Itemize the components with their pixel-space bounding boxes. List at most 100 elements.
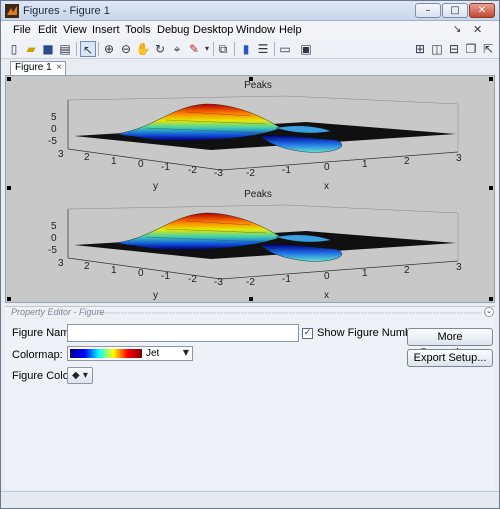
selection-handle[interactable] xyxy=(249,297,253,301)
plot-2-xlabel: x xyxy=(324,290,329,301)
menu-view[interactable]: View xyxy=(63,24,87,36)
collapse-icon[interactable]: ⌄ xyxy=(484,307,494,317)
figure-window: Figures - Figure 1 – □ ✕ File Edit View … xyxy=(0,0,500,509)
selection-handle[interactable] xyxy=(7,186,11,190)
print-icon[interactable]: ▤ xyxy=(57,41,73,57)
export-setup-button[interactable]: Export Setup... xyxy=(407,349,493,367)
status-bar xyxy=(1,491,499,508)
menu-edit[interactable]: Edit xyxy=(38,24,57,36)
colormap-select[interactable]: Jet ▼ xyxy=(67,346,193,361)
top-bottom-icon[interactable]: ⊟ xyxy=(446,41,462,57)
dock-icon[interactable]: ↘ xyxy=(453,24,461,35)
figure-name-input[interactable] xyxy=(67,324,299,342)
menu-tools[interactable]: Tools xyxy=(125,24,151,36)
plot-1-title: Peaks xyxy=(244,80,272,91)
x-tick: 0 xyxy=(324,271,330,282)
y-tick: 3 xyxy=(58,258,64,269)
colormap-swatch xyxy=(70,349,142,358)
tile-icon[interactable]: ⊞ xyxy=(412,41,428,57)
plot-tools-icon[interactable]: ▭ xyxy=(277,41,293,57)
plot-2-title: Peaks xyxy=(244,189,272,200)
toolbar-separator xyxy=(234,42,235,56)
property-editor-title: Property Editor - Figure xyxy=(11,307,105,317)
x-tick: 2 xyxy=(404,156,410,167)
menu-file[interactable]: File xyxy=(13,24,31,36)
save-icon[interactable]: ■ xyxy=(40,41,56,57)
maximize-button[interactable]: □ xyxy=(442,3,468,18)
window-title: Figures - Figure 1 xyxy=(23,5,110,17)
legend-icon[interactable]: ☰ xyxy=(255,41,271,57)
document-tab-bar: Figure 1 × xyxy=(1,59,499,75)
y-tick: 1 xyxy=(111,265,117,276)
selection-handle[interactable] xyxy=(7,77,11,81)
toolbar-separator xyxy=(76,42,77,56)
link-icon[interactable]: ⧉ xyxy=(215,41,231,57)
y-tick: -3 xyxy=(214,277,223,288)
menu-insert[interactable]: Insert xyxy=(92,24,120,36)
rotate-3d-icon[interactable]: ↻ xyxy=(152,41,168,57)
y-tick: -1 xyxy=(161,271,170,282)
toolbar-separator xyxy=(274,42,275,56)
x-tick: 1 xyxy=(362,268,368,279)
y-tick: 3 xyxy=(58,149,64,160)
selection-handle[interactable] xyxy=(489,77,493,81)
y-tick: 1 xyxy=(111,156,117,167)
plot-tools-show-icon[interactable]: ▣ xyxy=(298,41,314,57)
colorbar-icon[interactable]: ▮ xyxy=(238,41,254,57)
figure-canvas[interactable]: Peaks 5 0 -5 3 2 1 0 -1 -2 -3 -2 -1 0 1 … xyxy=(5,75,495,303)
y-tick: -1 xyxy=(161,162,170,173)
title-bar[interactable]: Figures - Figure 1 – □ ✕ xyxy=(1,1,499,21)
y-tick: -2 xyxy=(188,274,197,285)
y-tick: -3 xyxy=(214,168,223,179)
paint-bucket-icon[interactable]: ◆ ▾ xyxy=(67,367,93,384)
x-tick: 2 xyxy=(404,265,410,276)
selection-handle[interactable] xyxy=(489,297,493,301)
open-icon[interactable]: ▰ xyxy=(23,41,39,57)
pan-icon[interactable]: ✋ xyxy=(135,41,151,57)
menu-help[interactable]: Help xyxy=(279,24,302,36)
new-figure-icon[interactable]: ▯ xyxy=(6,41,22,57)
z-tick: 0 xyxy=(51,124,57,135)
x-tick: -1 xyxy=(282,165,291,176)
colormap-label: Colormap: xyxy=(12,349,63,361)
selection-handle[interactable] xyxy=(7,297,11,301)
zoom-in-icon[interactable]: ⊕ xyxy=(101,41,117,57)
show-figure-number-checkbox[interactable]: ✓ xyxy=(302,328,313,339)
x-tick: 0 xyxy=(324,162,330,173)
menu-close-icon[interactable]: ✕ xyxy=(473,23,482,36)
x-tick: -1 xyxy=(282,274,291,285)
tab-close-icon[interactable]: × xyxy=(56,62,62,74)
close-button[interactable]: ✕ xyxy=(469,3,495,18)
selection-handle[interactable] xyxy=(249,77,253,81)
tab-label: Figure 1 xyxy=(15,62,52,73)
show-figure-number-label: Show Figure Number xyxy=(317,327,421,339)
zoom-out-icon[interactable]: ⊖ xyxy=(118,41,134,57)
drag-grip[interactable] xyxy=(97,312,482,314)
menu-window[interactable]: Window xyxy=(236,24,275,36)
property-editor-header: Property Editor - Figure ⌄ xyxy=(5,306,495,318)
menu-desktop[interactable]: Desktop xyxy=(193,24,233,36)
x-tick: 3 xyxy=(456,153,462,164)
y-tick: 2 xyxy=(84,261,90,272)
data-cursor-icon[interactable]: ⌖ xyxy=(169,41,185,57)
more-properties-button[interactable]: More Properties... xyxy=(407,328,493,359)
y-tick: 0 xyxy=(138,268,144,279)
z-tick: -5 xyxy=(48,245,57,256)
colormap-value: Jet xyxy=(146,348,160,359)
menu-debug[interactable]: Debug xyxy=(157,24,189,36)
tab-figure-1[interactable]: Figure 1 × xyxy=(10,61,66,75)
minimize-button[interactable]: – xyxy=(415,3,441,18)
plot-2-ylabel: y xyxy=(153,290,158,301)
surface-plot-2 xyxy=(67,204,459,280)
selection-handle[interactable] xyxy=(489,186,493,190)
float-icon[interactable]: ❐ xyxy=(463,41,479,57)
toolbar-separator xyxy=(98,42,99,56)
undock-icon[interactable]: ⇱ xyxy=(480,41,496,57)
x-tick: 1 xyxy=(362,159,368,170)
toolbar-separator xyxy=(213,42,214,56)
left-right-icon[interactable]: ◫ xyxy=(429,41,445,57)
surface-plot-1 xyxy=(67,95,459,171)
menu-bar: File Edit View Insert Tools Debug Deskto… xyxy=(1,21,499,39)
toolbar: ▯ ▰ ■ ▤ ↖ ⊕ ⊖ ✋ ↻ ⌖ ✎ ▾ ⧉ ▮ ☰ ▭ ▣ ⊞ ◫ ⊟ … xyxy=(1,39,499,59)
select-arrow-icon[interactable]: ↖ xyxy=(80,41,96,57)
